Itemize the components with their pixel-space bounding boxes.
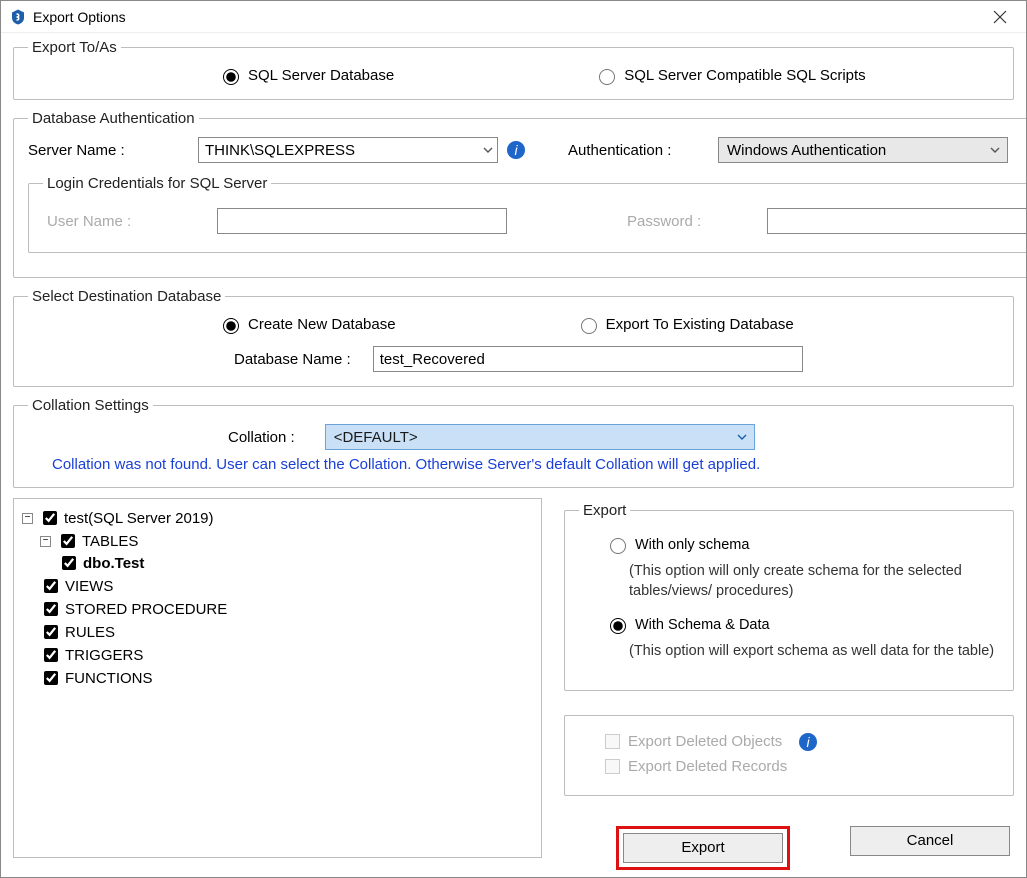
collation-value: <DEFAULT> [334, 429, 418, 446]
titlebar: Export Options [1, 1, 1026, 33]
radio-create-new[interactable]: Create New Database [218, 315, 396, 334]
radio-existing-label: Export To Existing Database [606, 316, 794, 333]
tree-triggers-checkbox[interactable] [44, 648, 58, 662]
radio-existing-input[interactable] [581, 318, 597, 334]
auth-select[interactable]: Windows Authentication [718, 137, 1008, 163]
radio-sql-db-label: SQL Server Database [248, 67, 394, 84]
collation-note: Collation was not found. User can select… [28, 456, 999, 473]
tree-functions-label: FUNCTIONS [65, 670, 153, 687]
username-label: User Name : [47, 213, 197, 230]
radio-schema-only[interactable]: With only schema [605, 535, 749, 554]
login-legend: Login Credentials for SQL Server [43, 175, 271, 192]
app-icon [9, 8, 27, 26]
export-deleted-records-label: Export Deleted Records [628, 758, 787, 775]
export-to-legend: Export To/As [28, 39, 121, 56]
auth-group: Database Authentication Server Name : i … [13, 110, 1026, 278]
tree-functions-checkbox[interactable] [44, 671, 58, 685]
tree-rules-label: RULES [65, 624, 115, 641]
radio-schema-only-input[interactable] [610, 538, 626, 554]
destination-legend: Select Destination Database [28, 288, 225, 305]
auth-legend: Database Authentication [28, 110, 199, 127]
tree-rules-checkbox[interactable] [44, 625, 58, 639]
cancel-button[interactable]: Cancel [850, 826, 1010, 856]
tree-root-checkbox[interactable] [43, 511, 57, 525]
tree-views-checkbox[interactable] [44, 579, 58, 593]
password-input [767, 208, 1026, 234]
window-title: Export Options [33, 9, 982, 25]
object-tree[interactable]: − test(SQL Server 2019) − TABLES [13, 498, 542, 858]
tree-table-label: dbo.Test [83, 555, 144, 572]
close-icon [993, 10, 1007, 24]
content-area: Export To/As SQL Server Database SQL Ser… [1, 33, 1026, 877]
collapse-icon[interactable]: − [22, 513, 33, 524]
chevron-down-icon [736, 431, 748, 443]
tree-functions[interactable]: FUNCTIONS [40, 668, 153, 688]
tree-sp[interactable]: STORED PROCEDURE [40, 599, 227, 619]
auth-label: Authentication : [568, 142, 708, 159]
username-input [217, 208, 507, 234]
radio-schema-only-label: With only schema [635, 537, 749, 553]
schema-data-desc: (This option will export schema as well … [605, 642, 999, 662]
export-mode-group: Export With only schema (This option wil… [564, 502, 1014, 691]
radio-create-new-label: Create New Database [248, 316, 396, 333]
radio-sql-scripts-input[interactable] [599, 69, 615, 85]
tree-sp-checkbox[interactable] [44, 602, 58, 616]
radio-schema-data-input[interactable] [610, 618, 626, 634]
tree-tables-checkbox[interactable] [61, 534, 75, 548]
tree-sp-label: STORED PROCEDURE [65, 601, 227, 618]
tree-triggers-label: TRIGGERS [65, 647, 143, 664]
chevron-down-icon [989, 144, 1001, 156]
info-icon[interactable]: i [798, 732, 818, 752]
auth-select-value: Windows Authentication [727, 142, 886, 159]
radio-existing[interactable]: Export To Existing Database [576, 315, 794, 334]
export-deleted-group: Export Deleted Objects i Export Deleted … [564, 715, 1014, 796]
export-options-window: Export Options Export To/As SQL Server D… [0, 0, 1027, 878]
radio-create-new-input[interactable] [223, 318, 239, 334]
server-name-input[interactable] [198, 137, 498, 163]
radio-sql-db[interactable]: SQL Server Database [218, 66, 394, 85]
radio-schema-data[interactable]: With Schema & Data [605, 615, 770, 634]
tree-root[interactable]: − test(SQL Server 2019) [22, 508, 214, 528]
radio-sql-scripts[interactable]: SQL Server Compatible SQL Scripts [594, 66, 865, 85]
export-to-group: Export To/As SQL Server Database SQL Ser… [13, 39, 1014, 100]
dbname-input[interactable] [373, 346, 803, 372]
login-group: Login Credentials for SQL Server User Na… [28, 175, 1026, 253]
tree-rules[interactable]: RULES [40, 622, 115, 642]
radio-schema-data-label: With Schema & Data [635, 617, 770, 633]
export-button-highlight: Export [616, 826, 790, 870]
radio-sql-db-input[interactable] [223, 69, 239, 85]
server-name-combo[interactable] [198, 137, 498, 163]
tree-root-label: test(SQL Server 2019) [64, 510, 214, 527]
server-name-label: Server Name : [28, 142, 188, 159]
tree-table-checkbox[interactable] [62, 556, 76, 570]
collation-label: Collation : [228, 429, 295, 446]
info-icon[interactable]: i [506, 140, 526, 160]
schema-only-desc: (This option will only create schema for… [605, 562, 999, 601]
export-deleted-objects-checkbox [605, 734, 620, 749]
password-label: Password : [627, 213, 747, 230]
radio-sql-scripts-label: SQL Server Compatible SQL Scripts [624, 67, 865, 84]
destination-group: Select Destination Database Create New D… [13, 288, 1014, 387]
tree-views-label: VIEWS [65, 578, 113, 595]
close-button[interactable] [982, 3, 1018, 31]
collapse-icon[interactable]: − [40, 536, 51, 547]
export-deleted-records-checkbox [605, 759, 620, 774]
collation-select[interactable]: <DEFAULT> [325, 424, 755, 450]
tree-tables[interactable]: − TABLES [40, 531, 138, 551]
collation-group: Collation Settings Collation : <DEFAULT>… [13, 397, 1014, 488]
dbname-label: Database Name : [234, 351, 351, 368]
collation-legend: Collation Settings [28, 397, 153, 414]
export-mode-legend: Export [579, 502, 630, 519]
export-deleted-objects-label: Export Deleted Objects [628, 733, 782, 750]
tree-triggers[interactable]: TRIGGERS [40, 645, 143, 665]
export-button[interactable]: Export [623, 833, 783, 863]
tree-views[interactable]: VIEWS [40, 576, 113, 596]
tree-tables-label: TABLES [82, 533, 138, 550]
tree-table-item[interactable]: dbo.Test [58, 553, 144, 573]
